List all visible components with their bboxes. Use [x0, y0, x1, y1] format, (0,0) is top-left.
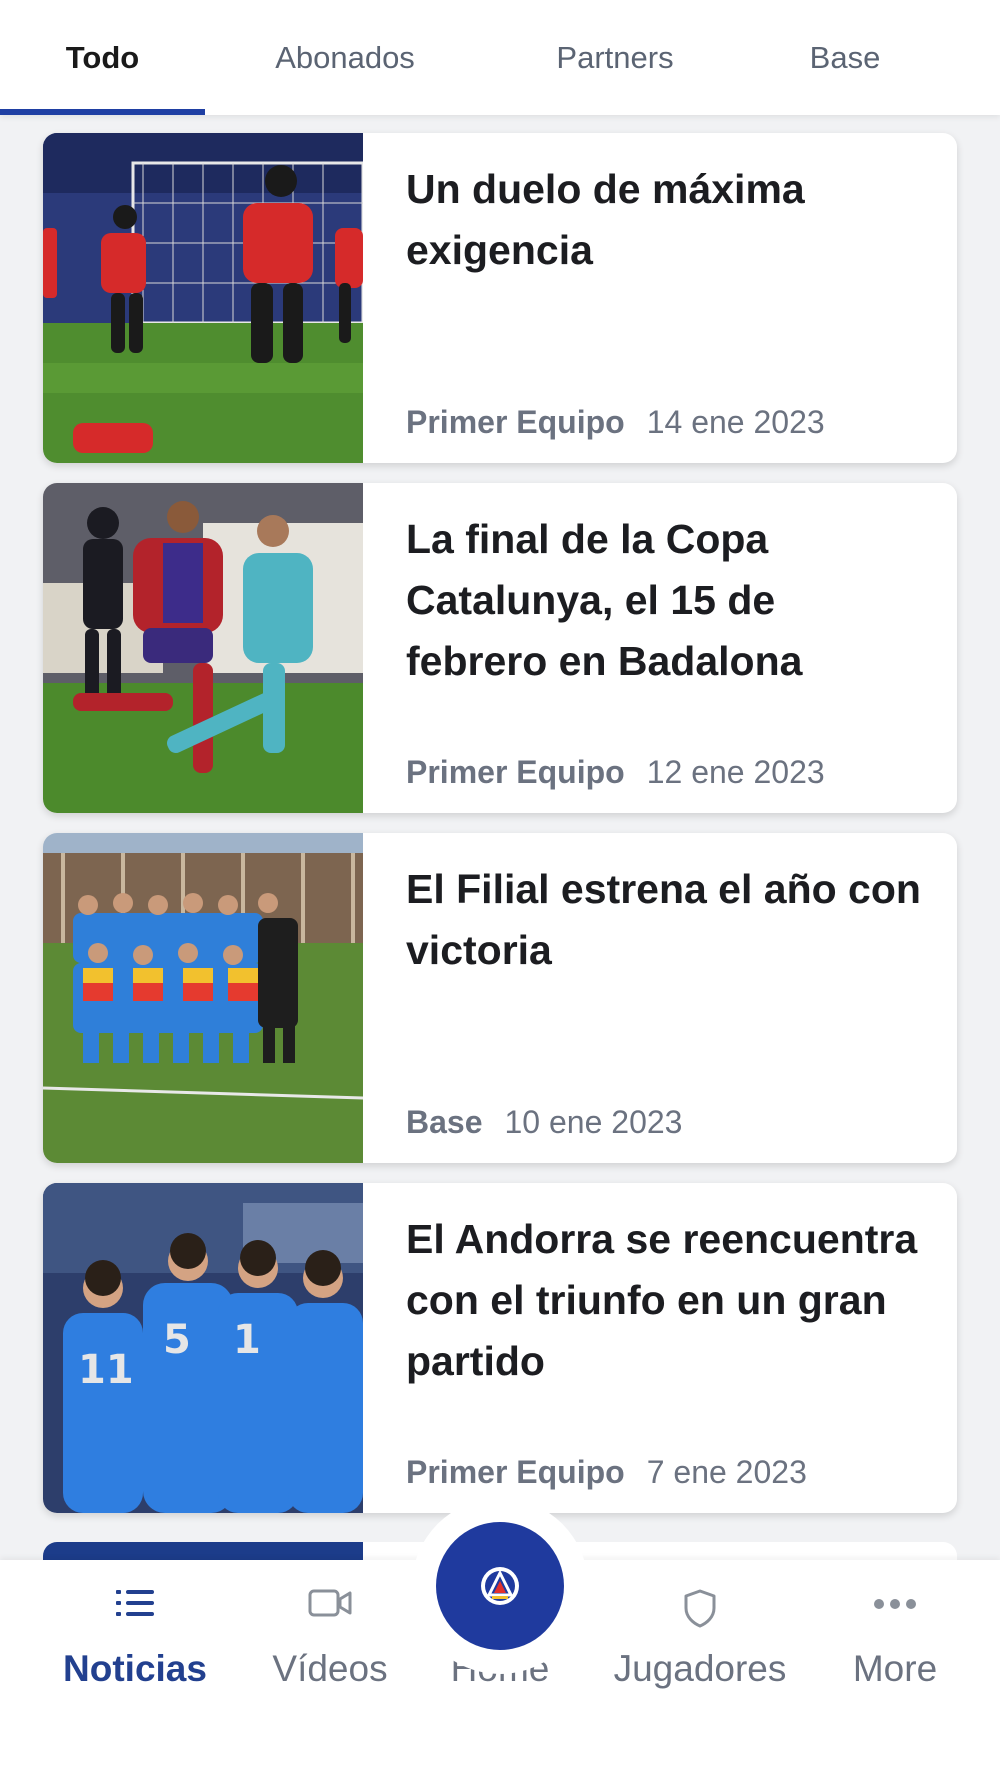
nav-label: Jugadores [613, 1648, 787, 1689]
tab-todo[interactable]: Todo [0, 0, 205, 115]
news-title: Un duelo de máxima exigencia [406, 166, 805, 273]
news-card[interactable]: Un duelo de máxima exigencia Primer Equi… [43, 133, 957, 463]
svg-text:1: 1 [233, 1317, 261, 1363]
news-card[interactable]: El Filial estrena el año con victoria Ba… [43, 833, 957, 1163]
news-meta: Primer Equipo 12 ene 2023 [406, 754, 825, 791]
category-tabs: Todo Abonados Partners Base [0, 0, 1000, 115]
nav-jugadores[interactable]: Jugadores [595, 1560, 805, 1778]
tab-base[interactable]: Base [760, 0, 930, 115]
news-category: Primer Equipo [406, 404, 625, 440]
bottom-navigation: Noticias Vídeos Home Jugadores More [0, 1498, 1000, 1778]
nav-noticias[interactable]: Noticias [40, 1560, 230, 1778]
tab-abonados[interactable]: Abonados [250, 0, 440, 115]
news-meta: Base 10 ene 2023 [406, 1104, 682, 1141]
news-date: 12 ene 2023 [646, 754, 825, 790]
news-thumbnail [43, 483, 363, 813]
list-icon [116, 1590, 154, 1616]
active-tab-indicator [0, 109, 205, 115]
news-title: El Filial estrena el año con victoria [406, 866, 921, 973]
club-crest-icon [481, 1567, 519, 1605]
news-thumbnail [43, 133, 363, 463]
news-thumbnail [43, 833, 363, 1163]
news-title: La final de la Copa Catalunya, el 15 de … [406, 516, 803, 684]
news-thumbnail: 11 5 1 [43, 1183, 363, 1513]
news-meta: Primer Equipo 7 ene 2023 [406, 1454, 807, 1491]
tab-partners[interactable]: Partners [520, 0, 710, 115]
news-category: Base [406, 1104, 483, 1140]
news-card[interactable]: 11 5 1 El Andorra se reencuentra con el … [43, 1183, 957, 1513]
news-date: 7 ene 2023 [646, 1454, 807, 1490]
news-date: 10 ene 2023 [504, 1104, 683, 1140]
nav-label: Noticias [63, 1648, 207, 1689]
news-feed[interactable]: Un duelo de máxima exigencia Primer Equi… [0, 115, 1000, 1560]
nav-label: Vídeos [272, 1648, 388, 1689]
news-card[interactable]: La final de la Copa Catalunya, el 15 de … [43, 483, 957, 813]
news-title: El Andorra se reencuentra con el triunfo… [406, 1216, 918, 1384]
nav-more[interactable]: More [815, 1560, 975, 1778]
news-category: Primer Equipo [406, 754, 625, 790]
shield-icon [684, 1589, 716, 1628]
home-button[interactable] [436, 1522, 564, 1650]
nav-videos[interactable]: Vídeos [235, 1560, 425, 1778]
nav-label: More [852, 1648, 938, 1689]
more-dots-icon [874, 1599, 916, 1609]
news-category: Primer Equipo [406, 1454, 625, 1490]
news-meta: Primer Equipo 14 ene 2023 [406, 404, 825, 441]
video-camera-icon [308, 1589, 352, 1617]
svg-text:5: 5 [163, 1317, 191, 1363]
news-date: 14 ene 2023 [646, 404, 825, 440]
svg-text:11: 11 [78, 1347, 134, 1393]
